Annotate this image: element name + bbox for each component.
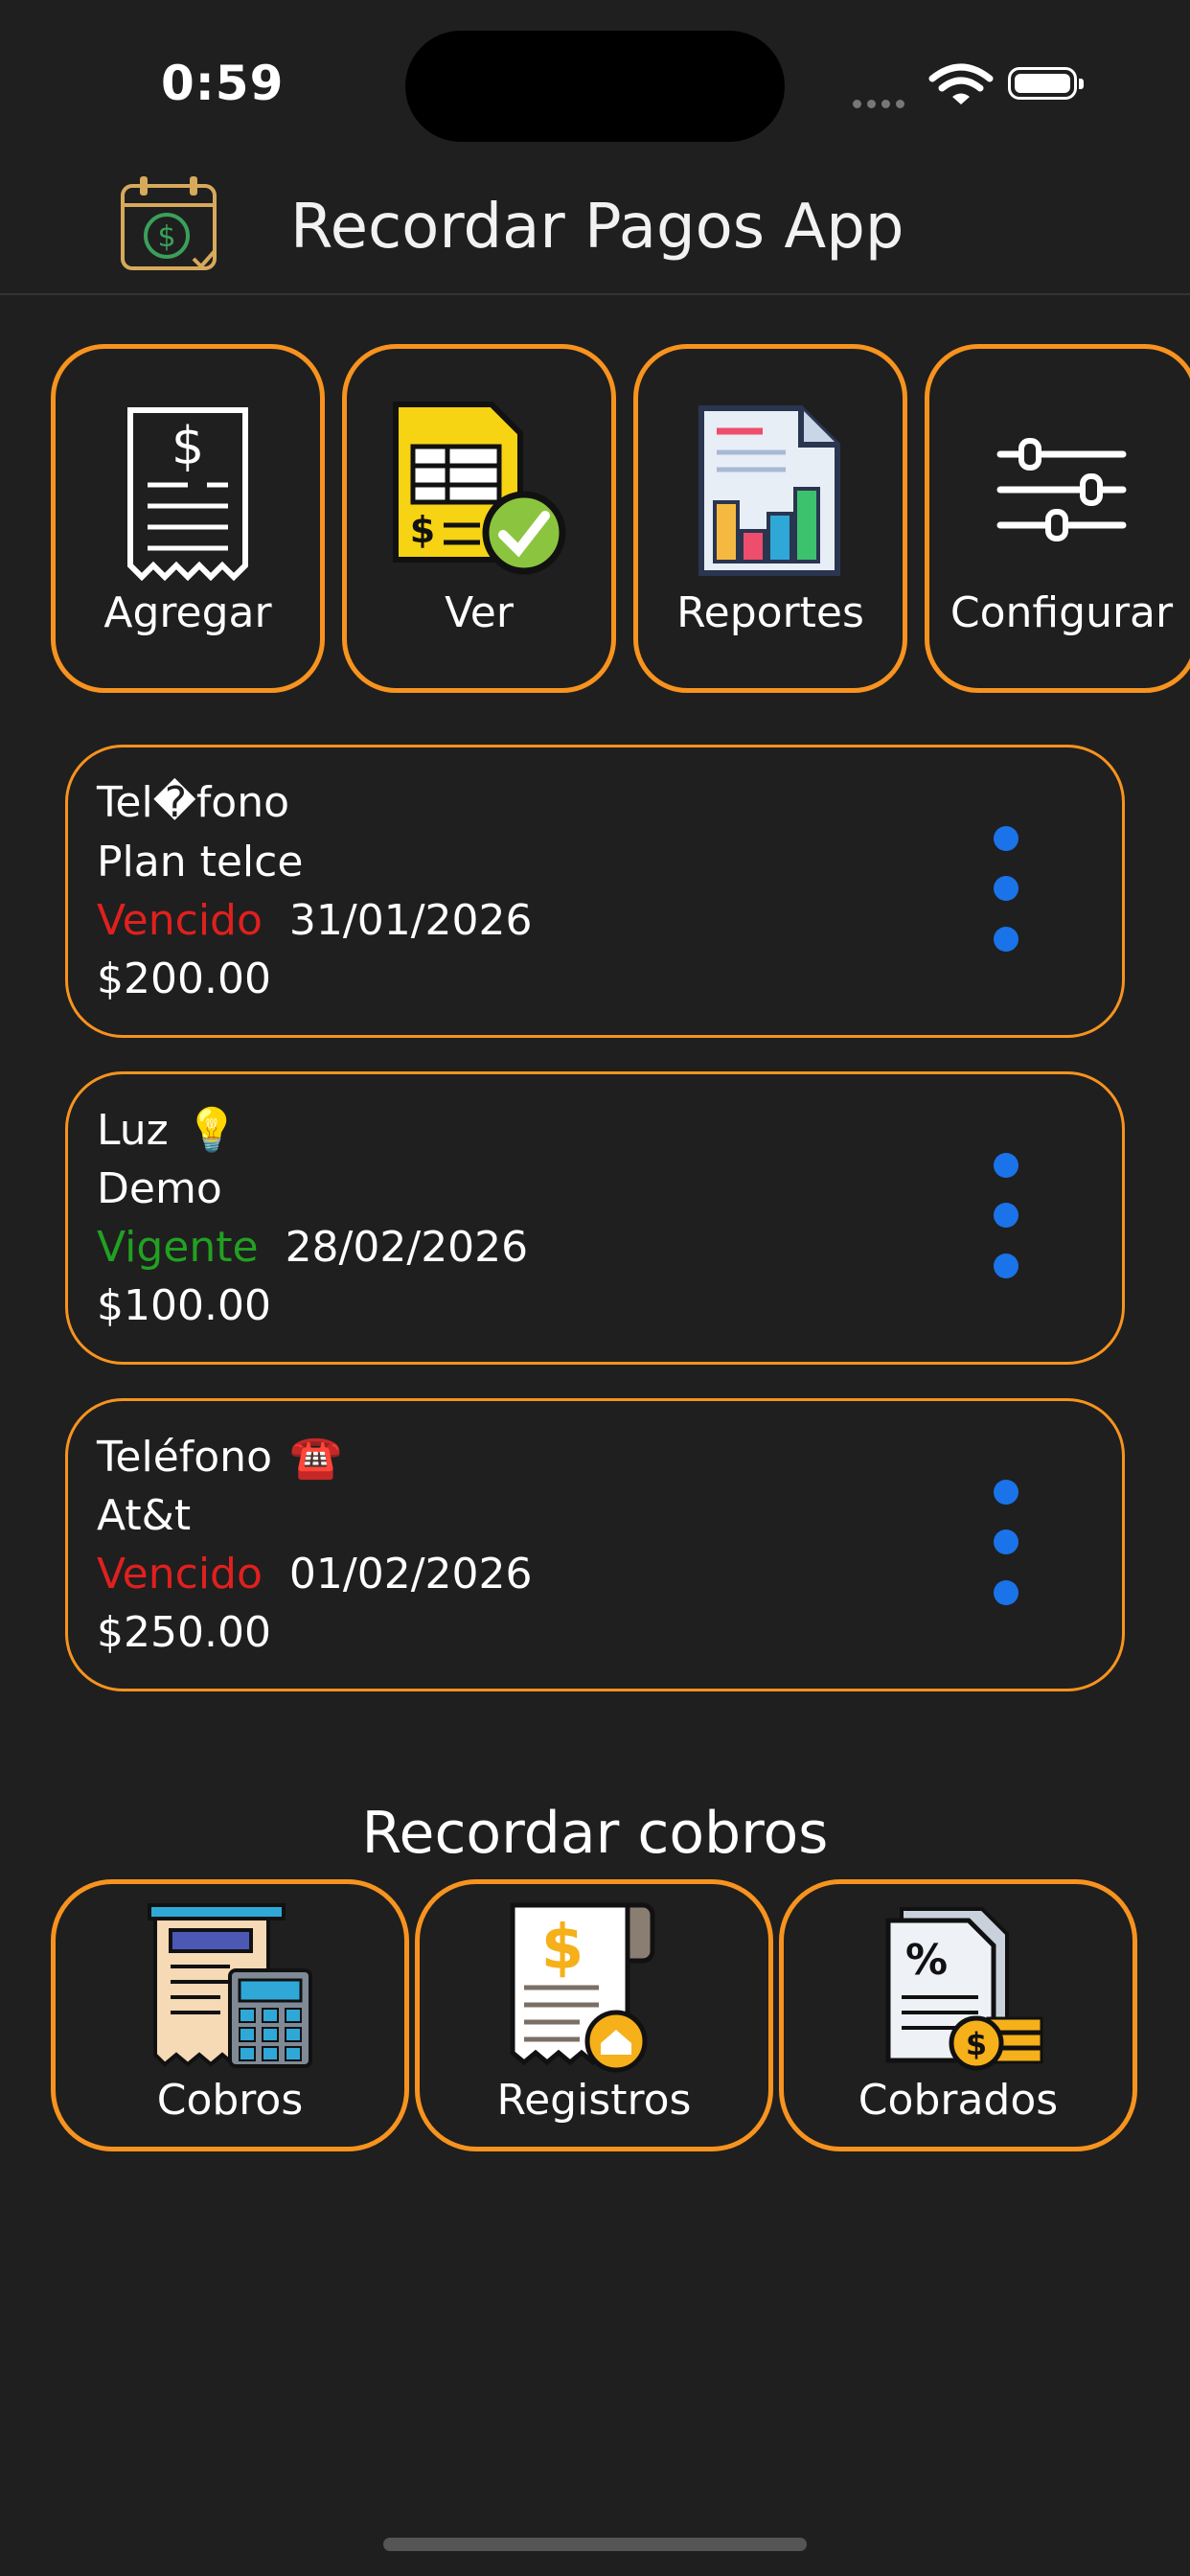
- dynamic-island: [405, 31, 785, 142]
- invoice-check-icon: $: [388, 399, 570, 585]
- payment-amount: $250.00: [97, 1608, 271, 1657]
- collected-button[interactable]: % $ Cobrados: [779, 1879, 1137, 2151]
- payment-date: 28/02/2026: [285, 1223, 529, 1272]
- sliders-icon: [995, 437, 1129, 546]
- settings-label: Configurar: [950, 588, 1174, 637]
- document-coins-icon: % $: [867, 1905, 1049, 2078]
- payment-description: Plan telce: [97, 838, 304, 886]
- header-divider: [0, 293, 1190, 295]
- status-badge: Vencido: [97, 896, 263, 945]
- view-payments-label: Ver: [445, 588, 514, 637]
- svg-text:%: %: [905, 1936, 948, 1985]
- svg-text:$: $: [541, 1913, 584, 1984]
- calendar-dollar-icon: $: [119, 172, 220, 274]
- home-indicator[interactable]: [383, 2538, 807, 2551]
- cellular-signal-icon: [853, 94, 910, 112]
- page-title: Recordar Pagos App: [290, 192, 904, 263]
- payment-card[interactable]: Luz 💡 Demo Vigente 28/02/2026 $100.00: [65, 1071, 1125, 1365]
- collected-label: Cobrados: [858, 2076, 1059, 2125]
- payment-description: At&t: [97, 1491, 192, 1540]
- records-button[interactable]: $ Registros: [415, 1879, 773, 2151]
- payment-card[interactable]: Teléfono ☎️ At&t Vencido 01/02/2026 $250.…: [65, 1398, 1125, 1691]
- records-label: Registros: [496, 2076, 692, 2125]
- wifi-icon: [927, 63, 995, 109]
- status-badge: Vencido: [97, 1550, 263, 1598]
- payment-name: Luz 💡: [97, 1106, 239, 1155]
- svg-text:$: $: [410, 509, 435, 551]
- payment-description: Demo: [97, 1164, 222, 1213]
- add-payment-button[interactable]: $ Agregar: [51, 344, 325, 693]
- add-payment-label: Agregar: [103, 588, 272, 637]
- lightbulb-icon: 💡: [185, 1106, 239, 1155]
- svg-text:$: $: [966, 2026, 987, 2062]
- view-payments-button[interactable]: $ Ver: [342, 344, 616, 693]
- more-options-icon[interactable]: [986, 826, 1024, 952]
- reports-button[interactable]: Reportes: [633, 344, 907, 693]
- payment-amount: $200.00: [97, 954, 271, 1003]
- payment-status-date: Vencido 01/02/2026: [97, 1550, 533, 1598]
- more-options-icon[interactable]: [986, 1153, 1024, 1278]
- calculator-receipt-icon: [144, 1901, 316, 2076]
- payment-status-date: Vigente 28/02/2026: [97, 1223, 528, 1272]
- payment-card[interactable]: Tel�fono Plan telce Vencido 31/01/2026 $…: [65, 745, 1125, 1038]
- battery-icon: [1008, 67, 1084, 100]
- more-options-icon[interactable]: [986, 1480, 1024, 1605]
- report-chart-icon: [694, 402, 847, 585]
- payment-name: Teléfono ☎️: [97, 1433, 342, 1482]
- reports-label: Reportes: [676, 588, 864, 637]
- payment-status-date: Vencido 31/01/2026: [97, 896, 533, 945]
- section-title: Recordar cobros: [361, 1800, 829, 1867]
- status-badge: Vigente: [97, 1223, 259, 1272]
- charges-label: Cobros: [156, 2076, 304, 2125]
- receipt-icon: $: [121, 404, 255, 586]
- payment-name: Tel�fono: [97, 778, 290, 827]
- payment-amount: $100.00: [97, 1281, 271, 1330]
- svg-text:$: $: [157, 220, 175, 254]
- status-time: 0:59: [161, 56, 285, 111]
- payment-date: 01/02/2026: [288, 1550, 533, 1598]
- payment-date: 31/01/2026: [288, 896, 533, 945]
- svg-text:$: $: [172, 416, 204, 476]
- settings-button[interactable]: Configurar: [925, 344, 1190, 693]
- charges-button[interactable]: Cobros: [51, 1879, 409, 2151]
- telephone-icon: ☎️: [288, 1433, 342, 1482]
- receipt-house-icon: $: [503, 1899, 685, 2078]
